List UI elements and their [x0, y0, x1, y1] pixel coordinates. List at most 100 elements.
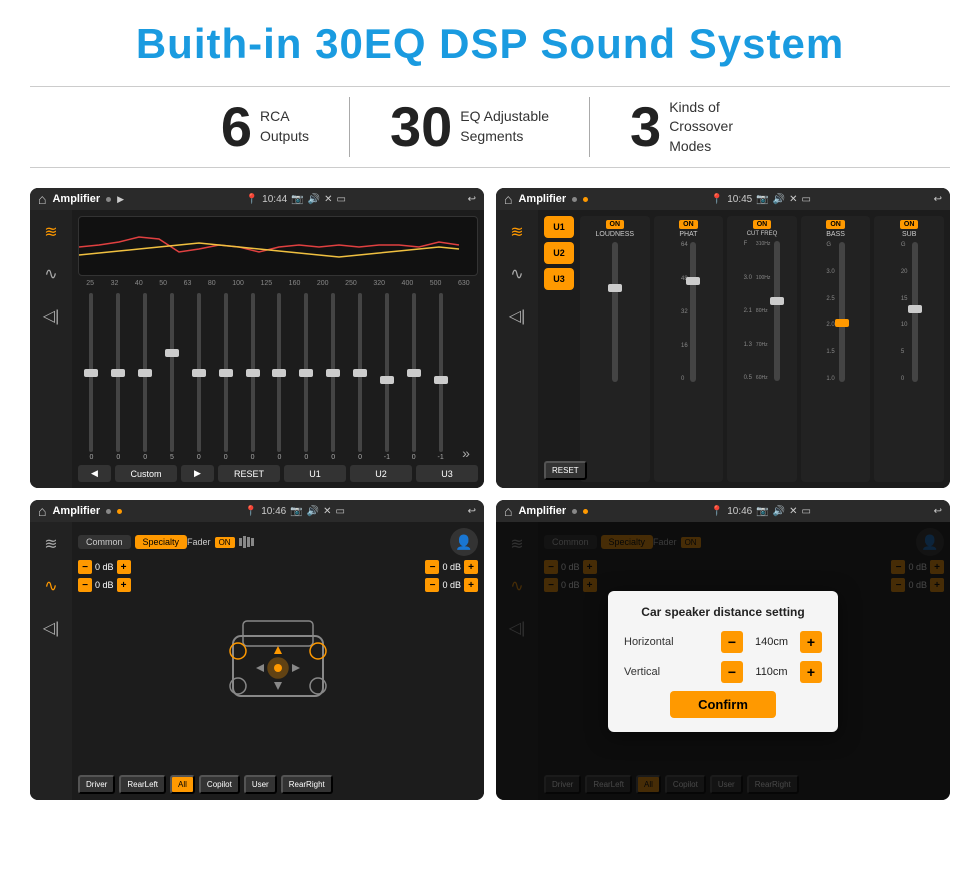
db-control-fl: − 0 dB +	[78, 560, 178, 574]
rear-right-btn[interactable]: RearRight	[281, 775, 333, 794]
speaker-icon-2: 🔊	[773, 194, 785, 205]
eq-freq-25: 25	[86, 280, 94, 287]
eq-slider-6[interactable]: 0	[241, 293, 264, 461]
status-bar-left-2: ⌂ Amplifier	[504, 191, 588, 207]
db-plus-fl[interactable]: +	[117, 560, 131, 574]
crossover-top: Common Specialty Fader ON	[78, 528, 478, 556]
db-minus-fr[interactable]: −	[425, 560, 439, 574]
fader-on-badge: ON	[215, 537, 235, 548]
preset-u1[interactable]: U1	[544, 216, 574, 238]
status-bar-right-1: ↩	[468, 194, 476, 205]
preset-u2[interactable]: U2	[544, 242, 574, 264]
eq-slider-8[interactable]: 0	[295, 293, 318, 461]
camera-icon-2: 📷	[756, 194, 768, 205]
eq-reset-btn[interactable]: RESET	[218, 465, 280, 482]
home-icon-3[interactable]: ⌂	[38, 503, 46, 519]
tab-specialty[interactable]: Specialty	[135, 535, 188, 549]
home-icon-2[interactable]: ⌂	[504, 191, 512, 207]
eq-slider-13[interactable]: -1	[429, 293, 452, 461]
user-btn[interactable]: User	[244, 775, 277, 794]
speaker-icon-4: 🔊	[773, 506, 785, 517]
nav-speaker-icon-3[interactable]: ◁|	[37, 614, 65, 642]
eq-slider-5[interactable]: 0	[214, 293, 237, 461]
nav-eq-icon[interactable]: ≋	[37, 218, 65, 246]
db-minus-fl[interactable]: −	[78, 560, 92, 574]
channel-name-phat: PHAT	[679, 231, 697, 238]
location-icon-2: 📍	[711, 194, 723, 205]
channel-sub: ON SUB G20151050	[874, 216, 944, 482]
screen-amp: ⌂ Amplifier 📍 10:45 📷 🔊 ✕ ▭ ↩	[496, 188, 950, 488]
status-bar-left-1: ⌂ Amplifier ▶	[38, 191, 124, 207]
fader-bar-3	[247, 537, 250, 547]
preset-u3[interactable]: U3	[544, 268, 574, 290]
home-icon-4[interactable]: ⌂	[504, 503, 512, 519]
status-bar-1: ⌂ Amplifier ▶ 📍 10:44 📷 🔊 ✕ ▭ ↩	[30, 188, 484, 210]
eq-slider-2[interactable]: 0	[134, 293, 157, 461]
nav-wave-icon-2[interactable]: ∿	[503, 260, 531, 288]
vertical-plus-btn[interactable]: +	[800, 661, 822, 683]
dialog-row-vertical: Vertical − 110cm +	[624, 661, 822, 683]
eq-slider-10[interactable]: 0	[349, 293, 372, 461]
eq-slider-11[interactable]: -1	[375, 293, 398, 461]
eq-slider-9[interactable]: 0	[322, 293, 345, 461]
eq-next-btn[interactable]: ▶	[181, 465, 214, 482]
nav-speaker-icon-2[interactable]: ◁|	[503, 302, 531, 330]
tab-common[interactable]: Common	[78, 535, 131, 549]
nav-speaker-icon[interactable]: ◁|	[37, 302, 65, 330]
stat-number-crossover: 3	[630, 99, 661, 155]
driver-btn[interactable]: Driver	[78, 775, 115, 794]
nav-wave-icon-3[interactable]: ∿	[37, 572, 65, 600]
stats-row: 6 RCAOutputs 30 EQ AdjustableSegments 3 …	[30, 86, 950, 168]
eq-prev-btn[interactable]: ◀	[78, 465, 111, 482]
status-bar-4: ⌂ Amplifier 📍 10:46 📷 🔊 ✕ ▭ ↩	[496, 500, 950, 522]
close-icon-1: ✕	[324, 194, 332, 205]
db-minus-rl[interactable]: −	[78, 578, 92, 592]
fader-label: Fader	[187, 537, 211, 547]
stat-text-rca: RCAOutputs	[260, 107, 309, 146]
back-icon-3[interactable]: ↩	[468, 506, 476, 517]
dialog-horizontal-control: − 140cm +	[721, 631, 822, 653]
confirm-button[interactable]: Confirm	[670, 691, 776, 718]
eq-slider-12[interactable]: 0	[402, 293, 425, 461]
eq-custom-btn[interactable]: Custom	[115, 465, 177, 482]
camera-icon-3: 📷	[290, 506, 302, 517]
copilot-btn[interactable]: Copilot	[199, 775, 240, 794]
eq-u3-btn[interactable]: U3	[416, 465, 478, 482]
back-icon-1[interactable]: ↩	[468, 194, 476, 205]
nav-wave-icon[interactable]: ∿	[37, 260, 65, 288]
eq-slider-1[interactable]: 0	[107, 293, 130, 461]
horizontal-minus-btn[interactable]: −	[721, 631, 743, 653]
window-icon-4: ▭	[802, 506, 811, 517]
reset-btn-amp[interactable]: RESET	[544, 461, 587, 480]
db-plus-fr[interactable]: +	[464, 560, 478, 574]
user-icon-btn-3[interactable]: 👤	[450, 528, 478, 556]
eq-slider-3[interactable]: 5	[161, 293, 184, 461]
eq-slider-0[interactable]: 0	[80, 293, 103, 461]
channel-phat-header: ON PHAT	[658, 220, 720, 238]
nav-eq-icon-2[interactable]: ≋	[503, 218, 531, 246]
channel-name-cutfreq: CUT FREQ	[747, 231, 778, 237]
home-icon-1[interactable]: ⌂	[38, 191, 46, 207]
eq-slider-4[interactable]: 0	[187, 293, 210, 461]
channel-loudness: ON LOUDNESS	[580, 216, 650, 482]
speaker-controls-left: − 0 dB + − 0 dB +	[78, 560, 178, 771]
back-icon-2[interactable]: ↩	[934, 194, 942, 205]
eq-slider-7[interactable]: 0	[268, 293, 291, 461]
rear-left-btn[interactable]: RearLeft	[119, 775, 166, 794]
vertical-minus-btn[interactable]: −	[721, 661, 743, 683]
app-title-1: Amplifier	[52, 193, 100, 205]
horizontal-plus-btn[interactable]: +	[800, 631, 822, 653]
eq-u1-btn[interactable]: U1	[284, 465, 346, 482]
eq-u2-btn[interactable]: U2	[350, 465, 412, 482]
crossover-main: − 0 dB + − 0 dB +	[78, 560, 478, 771]
all-btn[interactable]: All	[170, 775, 195, 794]
db-plus-rl[interactable]: +	[117, 578, 131, 592]
screens-grid: ⌂ Amplifier ▶ 📍 10:44 📷 🔊 ✕ ▭ ↩	[30, 188, 950, 800]
location-icon-1: 📍	[246, 194, 258, 205]
stat-number-rca: 6	[221, 99, 252, 155]
db-minus-rr[interactable]: −	[425, 578, 439, 592]
db-plus-rr[interactable]: +	[464, 578, 478, 592]
back-icon-4[interactable]: ↩	[934, 506, 942, 517]
nav-eq-icon-3[interactable]: ≋	[37, 530, 65, 558]
screen-crossover: ⌂ Amplifier 📍 10:46 📷 🔊 ✕ ▭ ↩	[30, 500, 484, 800]
